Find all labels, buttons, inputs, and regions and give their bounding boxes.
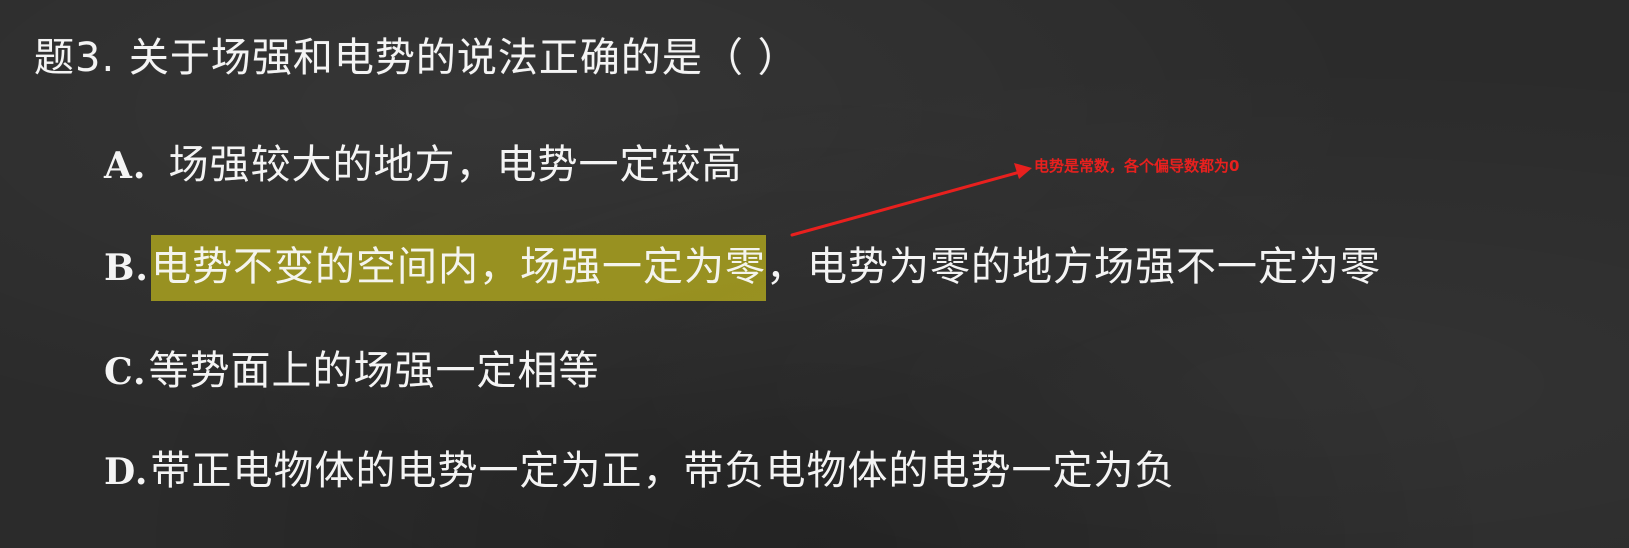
option-c-letter: C. xyxy=(104,351,147,393)
option-d: D.带正电物体的电势一定为正，带负电物体的电势一定为负 xyxy=(104,436,1175,506)
annotation-arrowhead-icon xyxy=(1014,163,1032,179)
option-a-letter: A. xyxy=(104,145,147,187)
option-a: A. 场强较大的地方，电势一定较高 xyxy=(104,130,742,200)
option-b-rest-text: ，电势为零的地方场强不一定为零 xyxy=(765,244,1381,290)
annotation-text: 电势是常数，各个偏导数都为0 xyxy=(1034,157,1240,175)
option-d-letter: D. xyxy=(104,451,149,493)
option-c-text: 等势面上的场强一定相等 xyxy=(148,348,600,394)
option-c: C.等势面上的场强一定相等 xyxy=(104,336,600,406)
question-title: 题3. 关于场强和电势的说法正确的是（ ） xyxy=(34,35,799,81)
option-b-letter: B. xyxy=(104,247,149,289)
blackboard-slide: 题3. 关于场强和电势的说法正确的是（ ） A. 场强较大的地方，电势一定较高 B… xyxy=(0,0,1629,548)
option-b: B.电势不变的空间内，场强一定为零，电势为零的地方场强不一定为零 xyxy=(104,232,1381,302)
annotation-arrow-line xyxy=(790,170,1022,237)
option-a-text: 场强较大的地方，电势一定较高 xyxy=(168,142,743,188)
option-b-highlighted-text: 电势不变的空间内，场强一定为零 xyxy=(150,235,766,301)
option-d-text: 带正电物体的电势一定为正，带负电物体的电势一定为负 xyxy=(150,448,1176,494)
